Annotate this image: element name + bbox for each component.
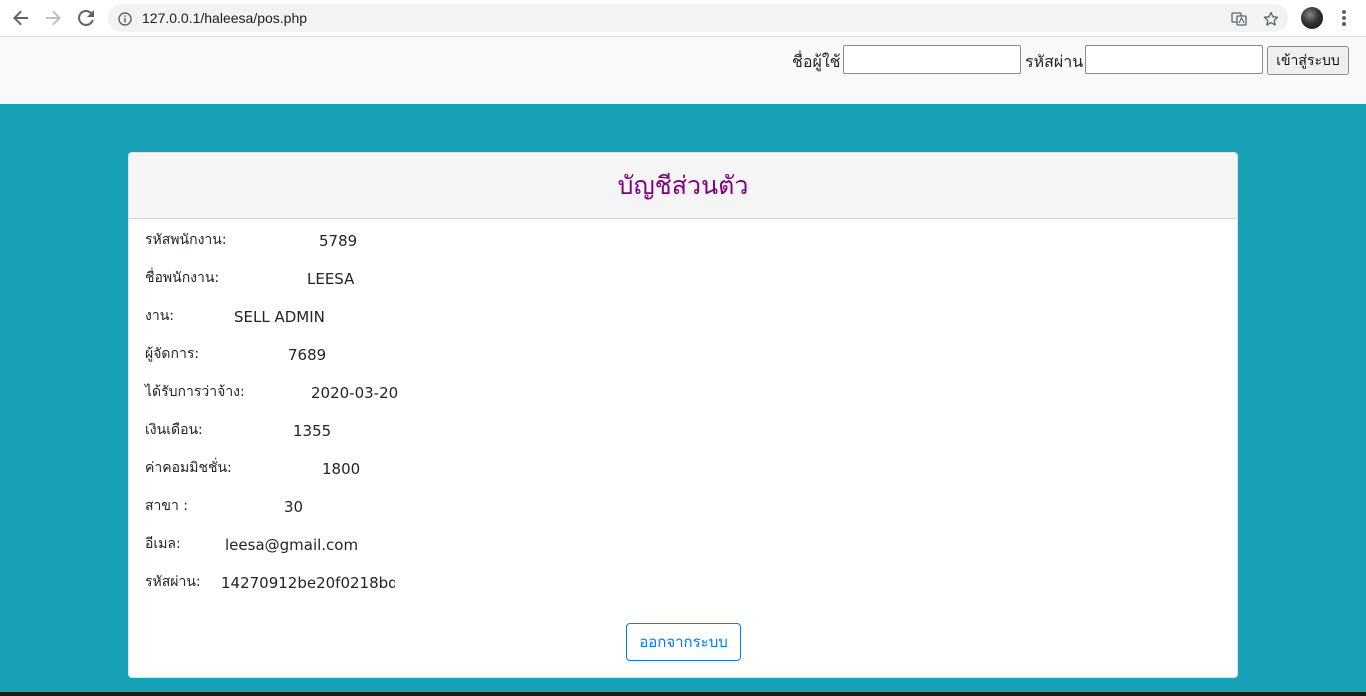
field-value: 5789 [319, 232, 358, 250]
field-label: รหัสผ่าน: [145, 574, 201, 590]
field-value: 1800 [322, 460, 361, 478]
field-value: 30 [284, 498, 304, 516]
field-label: ค่าคอมมิชชั่น: [145, 460, 232, 476]
translate-icon[interactable] [1231, 11, 1247, 31]
field-value: leesa@gmail.com [225, 536, 359, 554]
field-value: 14270912be20f0218bd84 [221, 574, 395, 592]
login-button[interactable]: เข้าสู่ระบบ [1267, 46, 1349, 75]
field-value: 1355 [293, 422, 332, 440]
address-bar[interactable]: 127.0.0.1/haleesa/pos.php [108, 4, 1288, 32]
field-value: SELL ADMIN [234, 308, 325, 326]
page-title: บัญชีส่วนตัว [617, 170, 749, 200]
field-label: ผู้จัดการ: [145, 346, 200, 362]
field-label: สาขา : [145, 498, 189, 514]
password-input[interactable] [1085, 45, 1263, 74]
username-input[interactable] [843, 45, 1021, 74]
back-arrow-icon[interactable] [10, 7, 32, 29]
field-label: งาน: [145, 308, 174, 324]
forward-arrow-icon[interactable] [42, 7, 64, 29]
field-value: LEESA [307, 270, 355, 288]
bookmark-star-icon[interactable] [1263, 11, 1279, 31]
password-label: รหัสผ่าน [1025, 52, 1084, 71]
card-header: บัญชีส่วนตัว [129, 153, 1237, 219]
reload-icon[interactable] [75, 7, 97, 29]
url-text[interactable]: 127.0.0.1/haleesa/pos.php [142, 10, 307, 26]
field-value: 7689 [288, 346, 327, 364]
logout-button[interactable]: ออกจากระบบ [626, 623, 741, 661]
account-card: บัญชีส่วนตัว รหัสพนักงาน: 5789 ชื่อพนักง… [128, 152, 1238, 678]
field-label: ชื่อพนักงาน: [145, 270, 220, 286]
field-label: ได้รับการว่าจ้าง: [145, 384, 245, 400]
field-label: อีเมล: [145, 536, 181, 552]
username-label: ชื่อผู้ใช้ [792, 52, 841, 71]
field-label: รหัสพนักงาน: [145, 232, 227, 248]
field-label: เงินเดือน: [145, 422, 203, 438]
taskbar-edge [0, 692, 1366, 696]
info-icon[interactable] [118, 11, 132, 30]
field-row-password: รหัสผ่าน: 14270912be20f0218bd84 [145, 571, 395, 595]
browser-toolbar: 127.0.0.1/haleesa/pos.php [0, 0, 1366, 37]
field-value: 2020-03-20 [311, 384, 399, 402]
login-bar: ชื่อผู้ใช้ รหัสผ่าน เข้าสู่ระบบ [0, 37, 1366, 104]
profile-avatar[interactable] [1301, 7, 1323, 29]
menu-dots-icon[interactable] [1337, 8, 1351, 28]
